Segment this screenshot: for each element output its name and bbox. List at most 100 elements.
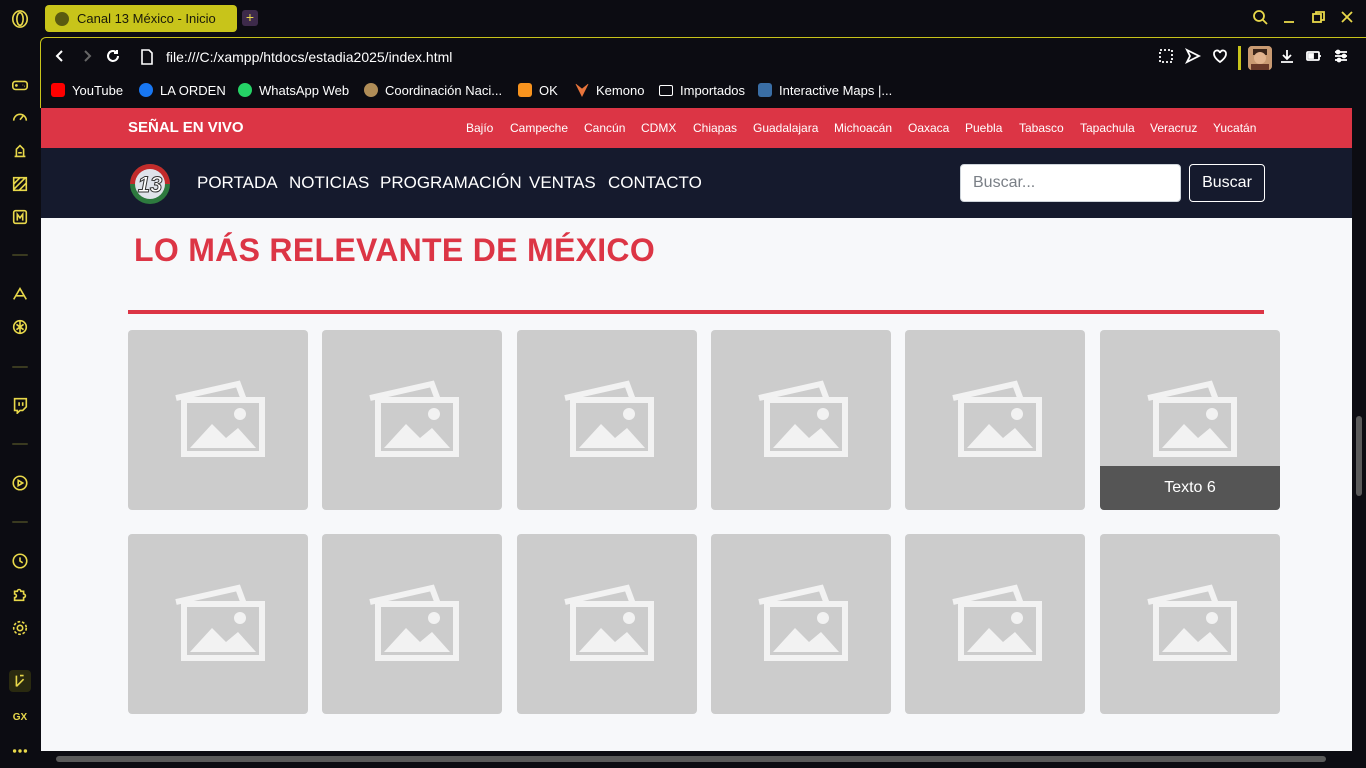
gx-sounds-icon[interactable] <box>9 670 31 692</box>
bookmark-label: Interactive Maps |... <box>779 82 893 98</box>
search-input[interactable] <box>960 164 1181 202</box>
news-card[interactable] <box>517 330 697 510</box>
player-icon[interactable] <box>10 473 30 493</box>
bookmark-interactive-maps[interactable]: Interactive Maps |... <box>758 81 892 99</box>
bookmark-whatsapp[interactable]: WhatsApp Web <box>238 81 349 99</box>
city-link[interactable]: Bajío <box>466 121 493 135</box>
city-link[interactable]: Guadalajara <box>753 121 818 135</box>
city-link[interactable]: Cancún <box>584 121 625 135</box>
sidebar-separator <box>12 521 28 523</box>
news-card[interactable] <box>322 534 502 714</box>
vertical-scroll-thumb[interactable] <box>1356 416 1362 496</box>
bookmark-label: Kemono <box>596 82 645 98</box>
nav-portada[interactable]: PORTADA <box>197 173 278 193</box>
news-card[interactable] <box>711 534 891 714</box>
restore-icon[interactable] <box>1310 9 1328 27</box>
news-card[interactable] <box>128 330 308 510</box>
address-bar[interactable]: file:///C:/xampp/htdocs/estadia2025/inde… <box>166 49 452 65</box>
new-tab-button[interactable]: + <box>242 10 258 26</box>
city-link[interactable]: Tabasco <box>1019 121 1064 135</box>
logo-text: 13 <box>138 172 162 197</box>
news-card[interactable] <box>905 330 1085 510</box>
image-placeholder-icon <box>758 584 848 661</box>
odnoklassniki-icon <box>518 83 532 97</box>
search-tabs-icon[interactable] <box>1252 9 1270 27</box>
twitch-icon[interactable] <box>10 395 30 415</box>
extensions-puzzle-icon[interactable] <box>10 584 30 604</box>
bookmark-youtube[interactable]: YouTube <box>51 81 123 99</box>
wallpaper-icon[interactable] <box>10 174 30 194</box>
snapshot-icon[interactable] <box>1158 48 1178 68</box>
city-link[interactable]: Veracruz <box>1150 121 1197 135</box>
news-card[interactable] <box>1100 534 1280 714</box>
bookmark-label: YouTube <box>72 82 124 98</box>
bookmark-la-orden[interactable]: LA ORDEN <box>139 81 226 99</box>
news-card[interactable]: Texto 6 <box>1100 330 1280 510</box>
live-signal-bar: SEÑAL EN VIVO Bajío Campeche Cancún CDMX… <box>41 108 1352 148</box>
nav-noticias[interactable]: NOTICIAS <box>289 173 369 193</box>
bookmark-label: WhatsApp Web <box>259 82 350 98</box>
news-card[interactable] <box>517 534 697 714</box>
folder-icon <box>659 84 673 96</box>
bookmark-ok[interactable]: OK <box>518 81 558 99</box>
news-card[interactable] <box>711 330 891 510</box>
chatgpt-icon[interactable] <box>10 317 30 337</box>
more-dots-icon[interactable] <box>10 741 30 761</box>
city-link[interactable]: CDMX <box>641 121 676 135</box>
mods-icon[interactable] <box>10 207 30 227</box>
profile-avatar[interactable] <box>1248 46 1272 70</box>
settings-gear-icon[interactable] <box>10 618 30 638</box>
bookmark-kemono[interactable]: Kemono <box>575 81 644 99</box>
bookmark-importados[interactable]: Importados <box>659 81 745 99</box>
city-link[interactable]: Campeche <box>510 121 568 135</box>
image-placeholder-icon <box>175 380 265 457</box>
heart-icon[interactable] <box>1212 48 1232 68</box>
live-signal-label[interactable]: SEÑAL EN VIVO <box>128 119 244 136</box>
city-link[interactable]: Michoacán <box>834 121 892 135</box>
gx-corner-icon[interactable] <box>10 141 30 161</box>
city-link[interactable]: Oaxaca <box>908 121 949 135</box>
download-icon[interactable] <box>1279 48 1299 68</box>
forward-arrow-icon[interactable] <box>79 48 99 68</box>
section-title: LO MÁS RELEVANTE DE MÉXICO <box>134 232 656 268</box>
performance-gauge-icon[interactable] <box>10 107 30 127</box>
bookmark-coordinacion[interactable]: Coordinación Naci... <box>364 81 502 99</box>
file-icon <box>140 49 154 65</box>
minimize-icon[interactable] <box>1281 9 1299 27</box>
history-clock-icon[interactable] <box>10 551 30 571</box>
battery-icon[interactable] <box>1306 48 1326 68</box>
city-link[interactable]: Chiapas <box>693 121 737 135</box>
city-link[interactable]: Yucatán <box>1213 121 1256 135</box>
back-arrow-icon[interactable] <box>52 48 72 68</box>
opera-logo-icon[interactable] <box>10 9 30 29</box>
send-icon[interactable] <box>1184 47 1205 68</box>
canal-13-logo[interactable]: 13 <box>127 160 173 206</box>
news-card[interactable] <box>322 330 502 510</box>
nav-programacion[interactable]: PROGRAMACIÓN <box>380 173 522 193</box>
city-link[interactable]: Tapachula <box>1080 121 1135 135</box>
reload-icon[interactable] <box>105 48 125 68</box>
sidebar-separator <box>12 366 28 368</box>
fox-icon <box>575 83 589 97</box>
nav-contacto[interactable]: CONTACTO <box>608 173 702 193</box>
toolbar-divider <box>1238 46 1241 70</box>
easy-setup-icon[interactable] <box>1333 48 1353 68</box>
whatsapp-icon <box>238 83 252 97</box>
image-placeholder-icon <box>952 380 1042 457</box>
close-icon[interactable] <box>1339 9 1357 27</box>
city-link[interactable]: Puebla <box>965 121 1002 135</box>
image-placeholder-icon <box>758 380 848 457</box>
image-placeholder-icon <box>564 584 654 661</box>
search-button[interactable]: Buscar <box>1189 164 1265 202</box>
image-placeholder-icon <box>175 584 265 661</box>
news-card[interactable] <box>128 534 308 714</box>
map-icon <box>758 83 772 97</box>
horizontal-scroll-thumb[interactable] <box>56 756 1326 762</box>
gx-control-icon[interactable] <box>10 75 30 95</box>
nav-ventas[interactable]: VENTAS <box>529 173 596 193</box>
news-card[interactable] <box>905 534 1085 714</box>
bookmark-label: Importados <box>680 82 746 98</box>
aria-ai-icon[interactable] <box>10 284 30 304</box>
image-placeholder-icon <box>564 380 654 457</box>
active-tab[interactable]: Canal 13 México - Inicio <box>45 5 237 32</box>
